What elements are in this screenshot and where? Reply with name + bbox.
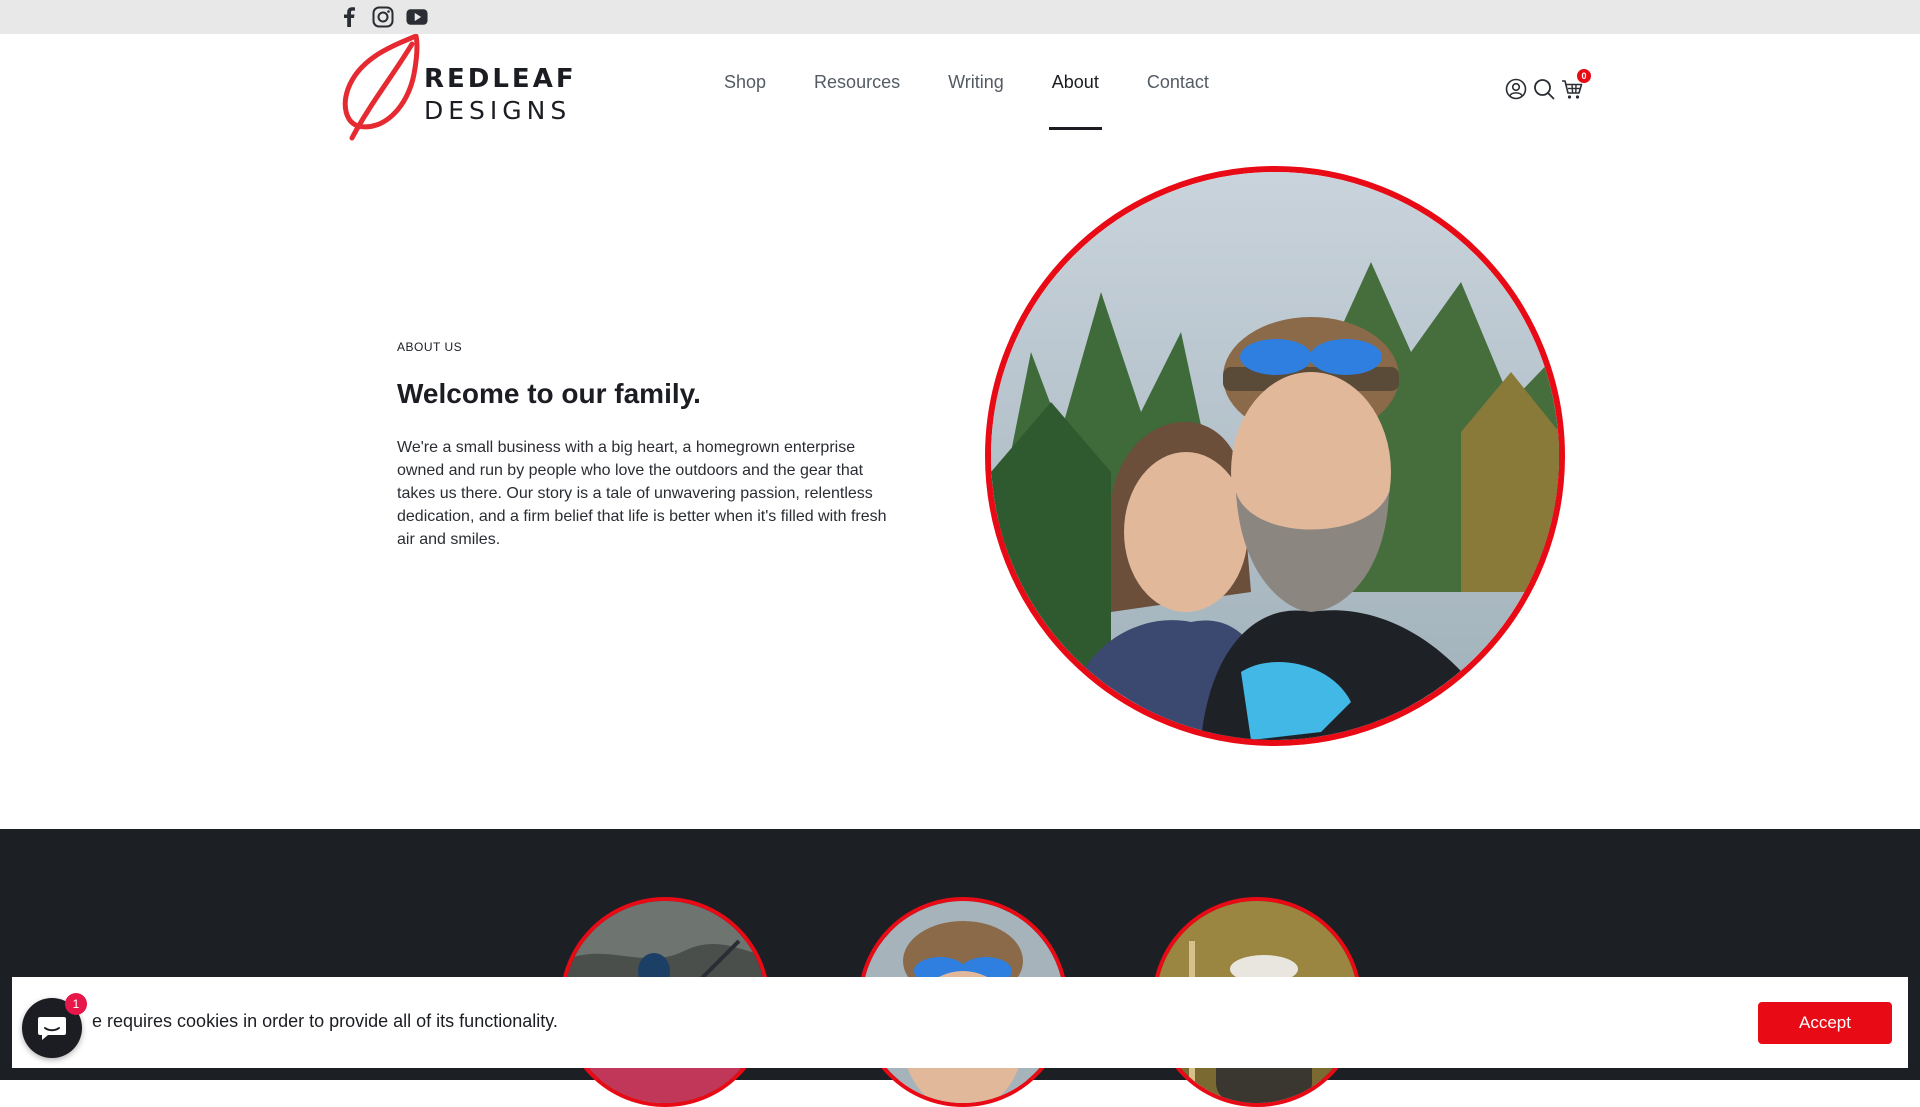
social-bar [0, 0, 1920, 34]
leaf-logo-icon [338, 34, 428, 144]
cookie-message: e requires cookies in order to provide a… [92, 1011, 558, 1032]
youtube-icon[interactable] [406, 6, 428, 28]
social-links [338, 6, 428, 28]
logo-text-top: REDLEAF [424, 64, 577, 94]
accept-cookies-button[interactable]: Accept [1758, 1002, 1892, 1044]
account-icon[interactable] [1505, 78, 1527, 100]
chat-icon [37, 1014, 67, 1042]
search-icon[interactable] [1533, 78, 1555, 100]
site-header: REDLEAF DESIGNS Shop Resources Writing A… [0, 34, 1920, 130]
cookie-banner: e requires cookies in order to provide a… [12, 977, 1908, 1068]
nav-shop[interactable]: Shop [700, 34, 790, 130]
chat-unread-badge: 1 [65, 993, 87, 1015]
facebook-icon[interactable] [338, 6, 360, 28]
cart-icon[interactable]: 0 [1561, 78, 1583, 100]
logo-text-bottom: DESIGNS [424, 96, 571, 125]
page-title: Welcome to our family. [397, 378, 887, 410]
header-actions: 0 [1505, 78, 1583, 100]
logo[interactable]: REDLEAF DESIGNS [338, 34, 578, 144]
nav-resources[interactable]: Resources [790, 34, 924, 130]
main-nav: Shop Resources Writing About Contact [700, 34, 1233, 130]
about-intro: ABOUT US Welcome to our family. We're a … [397, 340, 887, 551]
owners-photo [985, 166, 1565, 746]
intro-paragraph: We're a small business with a big heart,… [397, 436, 887, 551]
nav-contact[interactable]: Contact [1123, 34, 1233, 130]
instagram-icon[interactable] [372, 6, 394, 28]
section-eyebrow: ABOUT US [397, 340, 887, 354]
nav-writing[interactable]: Writing [924, 34, 1028, 130]
cart-count-badge: 0 [1577, 69, 1591, 83]
nav-about[interactable]: About [1028, 34, 1123, 130]
